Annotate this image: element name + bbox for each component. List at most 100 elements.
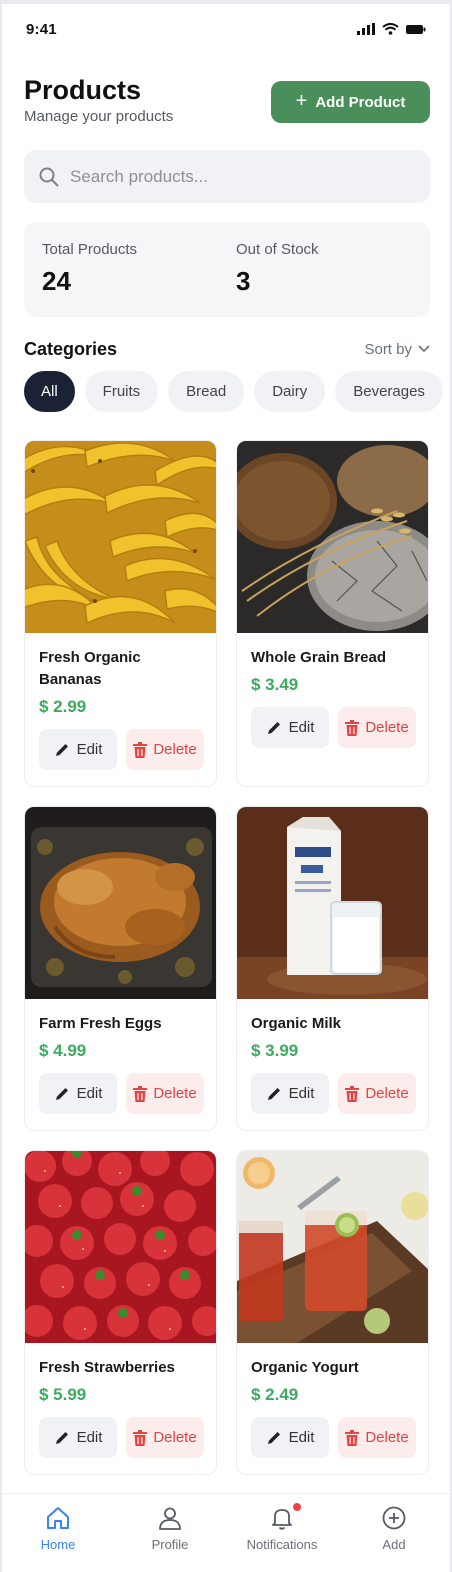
product-card[interactable]: Organic Milk $ 3.99 Edit Delete xyxy=(236,806,429,1131)
edit-button[interactable]: Edit xyxy=(251,1417,329,1458)
product-card[interactable]: Farm Fresh Eggs $ 4.99 Edit Delete xyxy=(24,806,217,1131)
tab-label: Add xyxy=(382,1537,406,1552)
product-image-roast-chicken xyxy=(25,807,216,999)
chevron-down-icon xyxy=(418,345,430,353)
delete-label: Delete xyxy=(365,1429,409,1446)
chip-dairy[interactable]: Dairy xyxy=(254,371,326,412)
trash-icon xyxy=(345,1085,360,1102)
categories-header: Categories Sort by xyxy=(24,338,430,360)
delete-button[interactable]: Delete xyxy=(126,729,204,770)
product-image-bread xyxy=(237,441,428,633)
status-icons xyxy=(357,23,426,35)
delete-button[interactable]: Delete xyxy=(338,1417,416,1458)
product-price: $ 3.49 xyxy=(251,675,299,694)
stats-card: Total Products 24 Out of Stock 3 xyxy=(24,222,430,317)
delete-label: Delete xyxy=(153,741,197,758)
chip-bread[interactable]: Bread xyxy=(168,371,245,412)
bottom-tab-bar: Home Profile Notifications Add xyxy=(2,1493,450,1572)
delete-label: Delete xyxy=(153,1085,197,1102)
tab-profile[interactable]: Profile xyxy=(114,1494,226,1572)
page-header: Products Manage your products + Add Prod… xyxy=(24,74,430,134)
sort-label: Sort by xyxy=(364,340,412,358)
trash-icon xyxy=(133,1085,148,1102)
product-price: $ 2.99 xyxy=(39,697,87,716)
tab-home[interactable]: Home xyxy=(2,1494,114,1572)
tab-add[interactable]: Add xyxy=(338,1494,450,1572)
edit-button[interactable]: Edit xyxy=(39,1073,117,1114)
chip-all[interactable]: All xyxy=(24,371,75,412)
chip-beverages[interactable]: Beverages xyxy=(335,371,443,412)
wifi-icon xyxy=(382,23,399,35)
tab-label: Notifications xyxy=(246,1537,318,1552)
categories-title: Categories xyxy=(24,338,118,359)
trash-icon xyxy=(133,741,148,758)
product-price: $ 2.49 xyxy=(251,1385,299,1404)
tab-label: Profile xyxy=(151,1537,189,1552)
search-bar xyxy=(24,150,430,203)
chip-fruits[interactable]: Fruits xyxy=(84,371,159,412)
product-actions: Edit Delete xyxy=(251,1073,428,1114)
pencil-icon xyxy=(55,743,68,756)
edit-label: Edit xyxy=(76,1429,103,1446)
trash-icon xyxy=(345,719,360,736)
product-name: Farm Fresh Eggs xyxy=(39,1015,162,1032)
delete-button[interactable]: Delete xyxy=(338,707,416,748)
edit-button[interactable]: Edit xyxy=(39,1417,117,1458)
signal-icon xyxy=(357,23,375,35)
delete-label: Delete xyxy=(365,719,409,736)
stat-value: 3 xyxy=(236,266,251,296)
product-card[interactable]: Whole Grain Bread $ 3.49 Edit Delete xyxy=(236,440,429,787)
trash-icon xyxy=(133,1429,148,1446)
edit-label: Edit xyxy=(288,1085,315,1102)
plus-icon: + xyxy=(295,90,308,112)
delete-label: Delete xyxy=(365,1085,409,1102)
product-actions: Edit Delete xyxy=(251,1417,428,1458)
product-card[interactable]: Organic Yogurt $ 2.49 Edit Delete xyxy=(236,1150,429,1475)
home-icon xyxy=(47,1507,69,1529)
tab-label: Home xyxy=(40,1537,76,1552)
notification-badge xyxy=(293,1503,302,1511)
edit-button[interactable]: Edit xyxy=(251,1073,329,1114)
plus-circle-icon xyxy=(382,1506,406,1530)
product-actions: Edit Delete xyxy=(39,1417,216,1458)
delete-button[interactable]: Delete xyxy=(126,1073,204,1114)
pencil-icon xyxy=(267,1431,280,1444)
stat-out-of-stock: Out of Stock 3 xyxy=(236,241,319,297)
pencil-icon xyxy=(55,1087,68,1100)
stat-total-products: Total Products 24 xyxy=(42,241,137,297)
sort-dropdown[interactable]: Sort by xyxy=(364,341,430,358)
edit-button[interactable]: Edit xyxy=(39,729,117,770)
tab-notifications[interactable]: Notifications xyxy=(226,1494,338,1572)
add-product-button[interactable]: + Add Product xyxy=(271,81,430,123)
product-price: $ 5.99 xyxy=(39,1385,87,1404)
edit-label: Edit xyxy=(76,741,103,758)
delete-button[interactable]: Delete xyxy=(126,1417,204,1458)
edit-button[interactable]: Edit xyxy=(251,707,329,748)
product-image-bananas xyxy=(25,441,216,633)
product-name: Fresh Organic Bananas xyxy=(39,649,141,688)
product-name: Organic Yogurt xyxy=(251,1359,359,1376)
product-name: Fresh Strawberries xyxy=(39,1359,175,1376)
delete-button[interactable]: Delete xyxy=(338,1073,416,1114)
bell-icon xyxy=(272,1509,292,1530)
product-price: $ 3.99 xyxy=(251,1041,299,1060)
stat-label: Total Products xyxy=(42,241,138,258)
user-icon xyxy=(159,1507,181,1530)
delete-label: Delete xyxy=(153,1429,197,1446)
product-card[interactable]: Fresh Strawberries $ 5.99 Edit Delete xyxy=(24,1150,217,1475)
edit-label: Edit xyxy=(288,1429,315,1446)
add-product-label: Add Product xyxy=(315,93,406,111)
product-image-strawberries xyxy=(25,1151,216,1343)
edit-label: Edit xyxy=(288,719,315,736)
pencil-icon xyxy=(267,1087,280,1100)
product-image-milk-carton xyxy=(237,807,428,999)
status-time: 9:41 xyxy=(26,20,57,38)
category-chips: All Fruits Bread Dairy Beverages xyxy=(24,371,443,412)
product-actions: Edit Delete xyxy=(251,707,428,748)
pencil-icon xyxy=(55,1431,68,1444)
product-price: $ 4.99 xyxy=(39,1041,87,1060)
search-input[interactable] xyxy=(70,166,410,187)
product-name: Organic Milk xyxy=(251,1015,342,1032)
product-card[interactable]: Fresh Organic Bananas $ 2.99 Edit Delete xyxy=(24,440,217,787)
trash-icon xyxy=(345,1429,360,1446)
